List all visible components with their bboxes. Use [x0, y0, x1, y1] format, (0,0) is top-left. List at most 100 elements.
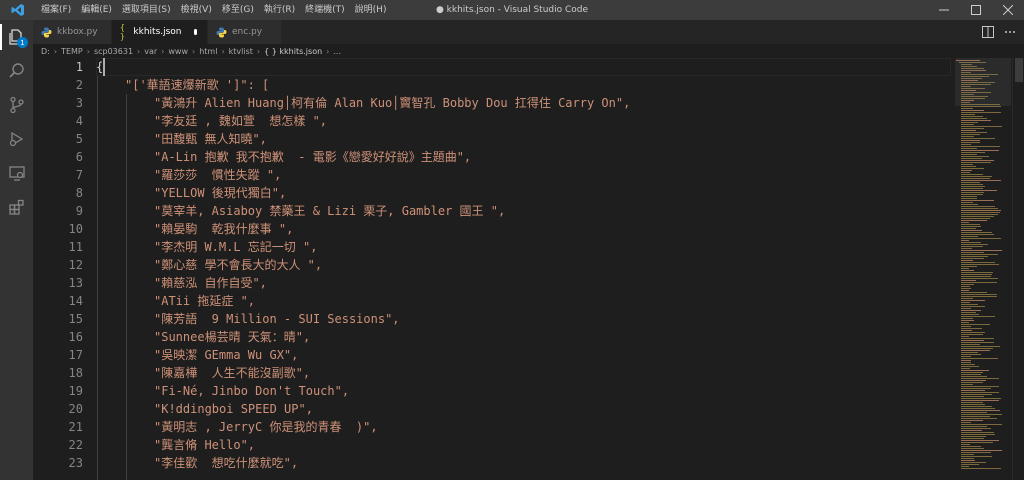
minimap-line [961, 434, 995, 435]
breadcrumb: D: › TEMP › scp03631 › var › www › html › ktvl… [33, 44, 1024, 58]
minimap[interactable] [955, 58, 1011, 480]
code-line[interactable]: "黃鴻升 Alien Huang│柯有倫 Alan Kuo│竇智孔 Bobby … [96, 94, 951, 112]
code-line[interactable]: "ATii 拖延症 ", [96, 292, 951, 310]
code-line[interactable]: "吳映潔 GEmma Wu GX", [96, 346, 951, 364]
run-debug-button[interactable] [0, 122, 33, 156]
code-line[interactable]: "Fi-Né, Jinbo Don't Touch", [96, 382, 951, 400]
code-line[interactable]: "Sunnee楊芸晴 天氣：晴", [96, 328, 951, 346]
maximize-button[interactable] [960, 0, 992, 20]
code-line[interactable]: "田馥甄 無人知曉", [96, 130, 951, 148]
tab-kkhits-json[interactable]: { } kkhits.json [112, 20, 208, 44]
code-editor[interactable]: { "['華語速爆新歌 ']": [ "黃鴻升 Alien Huang│柯有倫 … [96, 58, 951, 480]
breadcrumb-item[interactable]: D: [41, 47, 50, 56]
line-number: 3 [75, 96, 83, 110]
minimap-line [961, 308, 971, 309]
code-line[interactable]: "陳嘉樺 人生不能沒副歌", [96, 364, 951, 382]
minimap-line [961, 316, 995, 317]
minimap-viewport[interactable] [955, 58, 1011, 106]
breadcrumb-item[interactable]: TEMP [61, 47, 83, 56]
menu-selection[interactable]: 選取項目(S) [117, 0, 176, 20]
menu-terminal[interactable]: 終端機(T) [300, 0, 350, 20]
breadcrumb-item[interactable]: www [168, 47, 188, 56]
breadcrumb-item[interactable]: html [199, 47, 217, 56]
minimap-line [961, 372, 983, 373]
menu-file[interactable]: 檔案(F) [36, 0, 76, 20]
breadcrumb-item[interactable]: ktvlist [229, 47, 253, 56]
menu-run[interactable]: 執行(R) [259, 0, 300, 20]
minimap-line [961, 336, 969, 337]
explorer-button[interactable]: 1 [0, 20, 33, 54]
minimap-line [961, 396, 984, 397]
code-line[interactable]: "YELLOW 後現代獨白", [96, 184, 951, 202]
close-button[interactable] [992, 0, 1024, 20]
minimap-line [961, 156, 989, 157]
code-line[interactable]: "黃明志 , JerryC 你是我的青春 )", [96, 418, 951, 436]
breadcrumb-item[interactable]: var [144, 47, 157, 56]
minimap-line [961, 282, 997, 283]
split-editor-button[interactable] [982, 23, 994, 42]
minimap-line [961, 444, 970, 445]
code-line[interactable]: { [96, 58, 951, 76]
tab-label: enc.py [232, 27, 263, 37]
code-line[interactable]: "龔言脩 Hello", [96, 436, 951, 454]
menu-help[interactable]: 說明(H) [350, 0, 392, 20]
menu-edit[interactable]: 編輯(E) [76, 0, 117, 20]
minimap-line [961, 218, 990, 219]
code-line[interactable]: "陳芳語 9 Million - SUI Sessions", [96, 310, 951, 328]
remote-explorer-button[interactable] [0, 156, 33, 190]
minimap-line [961, 244, 988, 245]
breadcrumb-item[interactable]: ... [333, 47, 341, 56]
menu-view[interactable]: 檢視(V) [176, 0, 217, 20]
minimap-line [961, 430, 982, 431]
code-line[interactable]: "李友廷 , 魏如萱 想怎樣 ", [96, 112, 951, 130]
source-control-button[interactable] [0, 88, 33, 122]
minimap-line [961, 438, 984, 439]
line-number: 17 [68, 348, 83, 362]
minimap-line [961, 334, 983, 335]
minimap-line [961, 440, 999, 441]
code-line[interactable]: "李佳歡 想吃什麼就吃", [96, 454, 951, 472]
more-actions-button[interactable] [1004, 23, 1016, 42]
breadcrumb-item[interactable]: scp03631 [94, 47, 133, 56]
code-line[interactable]: "鄭心慈 學不會長大的大人 ", [96, 256, 951, 274]
code-line[interactable]: "['華語速爆新歌 ']": [ [96, 76, 951, 94]
code-line[interactable]: "賴慈泓 自作自受", [96, 274, 951, 292]
minimap-line [961, 284, 974, 285]
minimap-line [961, 152, 985, 153]
minimap-line [961, 468, 1001, 469]
extensions-button[interactable] [0, 190, 33, 224]
minimap-line [961, 464, 979, 465]
minimap-line [961, 342, 994, 343]
unsaved-dot-icon[interactable] [193, 29, 197, 35]
activity-bar: 1 [0, 20, 33, 480]
minimap-line [961, 332, 985, 333]
menu-go[interactable]: 移至(G) [217, 0, 259, 20]
minimap-line [961, 384, 973, 385]
tab-enc-py[interactable]: enc.py [208, 20, 282, 44]
line-number: 11 [68, 240, 83, 254]
chevron-right-icon: › [86, 46, 90, 56]
minimap-line [961, 116, 983, 117]
code-line[interactable]: "羅莎莎 慣性失蹤 ", [96, 166, 951, 184]
minimize-button[interactable] [928, 0, 960, 20]
minimap-line [961, 340, 984, 341]
breadcrumb-item[interactable]: { } kkhits.json [264, 47, 322, 56]
search-button[interactable] [0, 54, 33, 88]
minimap-line [961, 458, 974, 459]
code-line[interactable]: "賴晏駒 乾我什麼事 ", [96, 220, 951, 238]
tab-kkbox-py[interactable]: kkbox.py [33, 20, 112, 44]
minimap-line [961, 418, 997, 419]
scrollbar-thumb[interactable] [1015, 58, 1023, 82]
code-line[interactable]: "A-Lin 抱歉 我不抱歉 - 電影《戀愛好好說》主題曲", [96, 148, 951, 166]
vscode-logo-icon [0, 0, 36, 20]
vertical-scrollbar[interactable] [1012, 58, 1024, 480]
source-control-icon [9, 96, 24, 114]
maximize-icon [971, 5, 981, 15]
code-line[interactable]: "莫宰羊, Asiaboy 禁藥王 & Lizi 栗子, Gambler 國王 … [96, 202, 951, 220]
minimap-line [961, 442, 993, 443]
minimap-line [961, 266, 977, 267]
python-icon [216, 27, 227, 38]
code-line[interactable]: "李杰明 W.M.L 忘記一切 ", [96, 238, 951, 256]
code-line[interactable]: "K!ddingboi SPEED UP", [96, 400, 951, 418]
line-number: 10 [68, 222, 83, 236]
